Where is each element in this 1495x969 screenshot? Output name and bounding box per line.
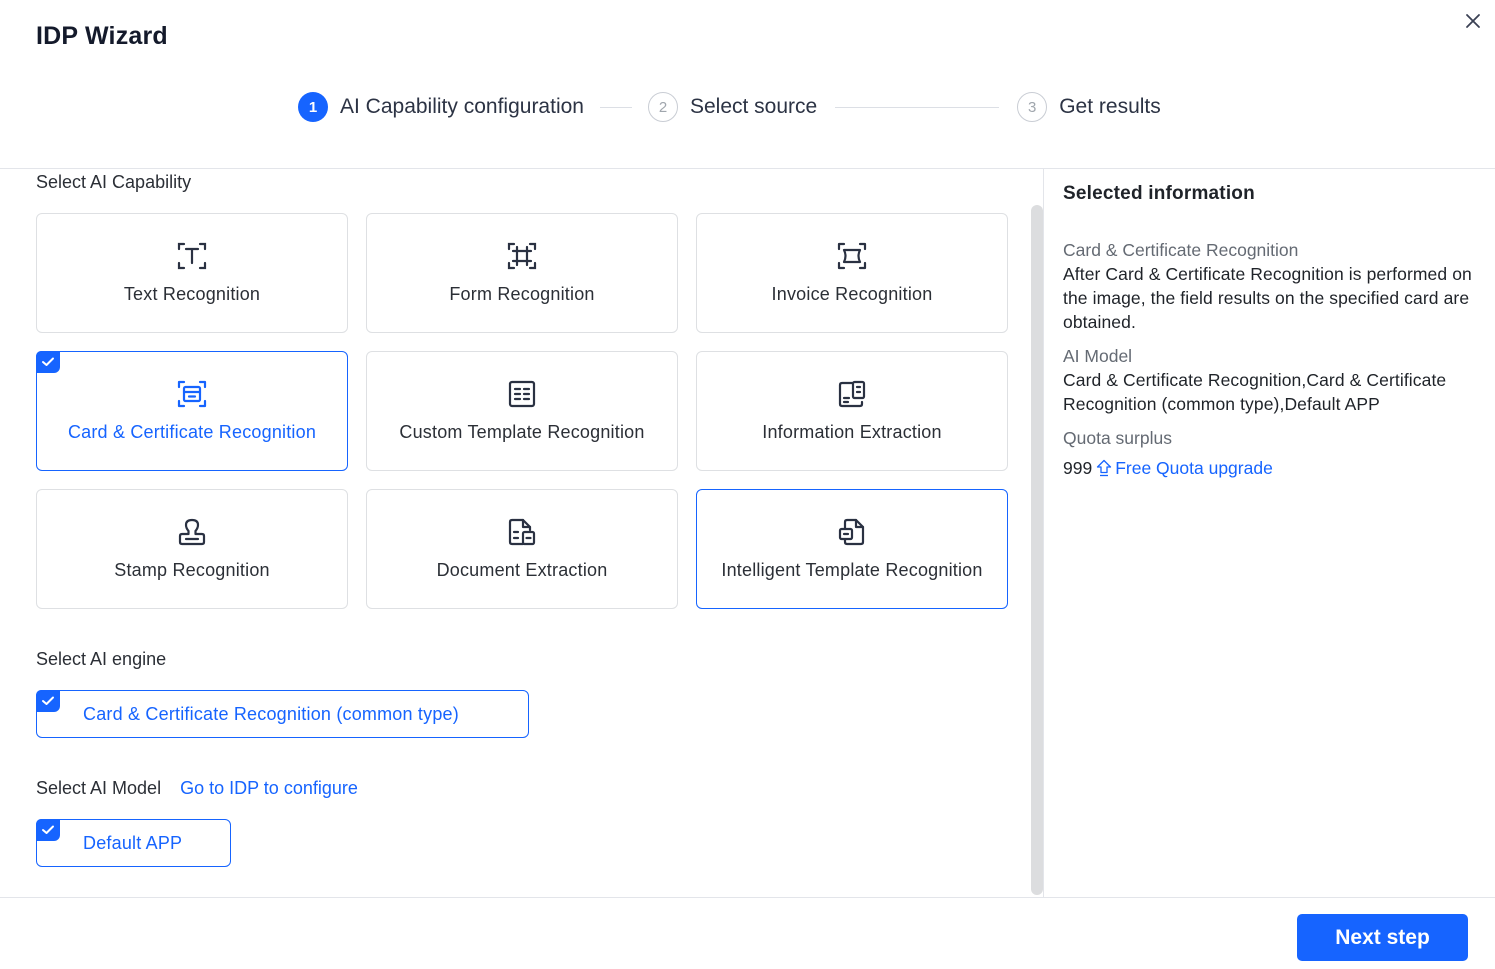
capability-label: Text Recognition [123,284,261,304]
step-connector [599,106,632,108]
step-select-source[interactable]: 2 Select source [647,92,818,122]
info-capability-key: Card & Certificate Recognition [1063,240,1299,260]
model-option-label: Default APP [83,832,183,853]
model-section-label: Select AI Model [36,778,162,798]
check-icon [42,357,54,366]
capability-label: Form Recognition [449,284,595,304]
form-scan-icon [506,240,538,272]
step-number: 2 [647,92,678,122]
info-model-key: AI Model [1063,346,1133,366]
information-extraction-icon [836,378,868,410]
panel-divider [1043,169,1044,897]
capability-card-stamp-recognition[interactable]: Stamp Recognition [36,489,348,609]
info-quota-key: Quota surplus [1063,428,1172,448]
document-extraction-icon [506,516,538,548]
dialog-title: IDP Wizard [36,22,168,50]
text-scan-icon [176,240,208,272]
capability-card-text-recognition[interactable]: Text Recognition [36,213,348,333]
capability-card-form-recognition[interactable]: Form Recognition [366,213,678,333]
step-label: Get results [1059,95,1161,118]
quota-row: 999 Free Quota upgrade [1063,456,1483,480]
footer-divider [0,897,1495,898]
capability-label: Document Extraction [436,560,608,580]
intelligent-template-icon [836,516,868,548]
capability-card-information-extraction[interactable]: Information Extraction [696,351,1008,471]
capability-label: Custom Template Recognition [399,422,645,442]
capability-label: Information Extraction [762,422,942,442]
engine-section-label: Select AI engine [36,649,167,669]
capability-label: Card & Certificate Recognition [67,422,317,442]
capability-card-invoice-recognition[interactable]: Invoice Recognition [696,213,1008,333]
upgrade-arrow-icon[interactable] [1096,459,1112,477]
selected-check-badge [36,690,60,712]
info-model-value: Card & Certificate Recognition,Card & Ce… [1063,370,1447,414]
engine-option-label: Card & Certificate Recognition (common t… [83,703,459,724]
check-icon [42,696,54,705]
capability-card-intelligent-template-recognition[interactable]: Intelligent Template Recognition [696,489,1008,609]
step-number: 1 [298,92,328,122]
capability-label: Invoice Recognition [771,284,933,304]
capability-card-custom-template-recognition[interactable]: Custom Template Recognition [366,351,678,471]
step-ai-capability[interactable]: 1 AI Capability configuration [298,92,584,122]
stamp-icon [176,516,208,548]
custom-template-icon [506,378,538,410]
invoice-scan-icon [836,240,868,272]
header-divider [0,168,1495,169]
info-title: Selected information [1063,183,1255,204]
close-icon [1466,14,1480,28]
configure-idp-link[interactable]: Go to IDP to configure [180,778,358,798]
card-scan-icon [176,378,208,410]
step-label: AI Capability configuration [340,95,584,118]
engine-option-common-type[interactable]: Card & Certificate Recognition (common t… [36,690,529,738]
selected-check-badge [36,351,60,373]
check-icon [42,825,54,834]
info-capability-desc: After Card & Certificate Recognition is … [1063,264,1472,332]
model-option-default-app[interactable]: Default APP [36,819,231,867]
left-panel-scrollbar[interactable] [1031,205,1043,895]
capability-card-document-extraction[interactable]: Document Extraction [366,489,678,609]
quota-value: 999 [1063,458,1093,478]
next-step-button[interactable]: Next step [1297,914,1468,961]
capability-label: Intelligent Template Recognition [721,560,983,580]
wizard-stepper: 1 AI Capability configuration 2 Select s… [298,91,1161,123]
step-get-results[interactable]: 3 Get results [1017,92,1161,122]
capability-label: Stamp Recognition [114,560,270,580]
step-number: 3 [1017,92,1048,122]
capability-card-card-certificate-recognition[interactable]: Card & Certificate Recognition [36,351,348,471]
free-quota-upgrade-link[interactable]: Free Quota upgrade [1115,456,1273,480]
selected-check-badge [36,819,60,841]
selected-info-panel: Selected information Card & Certificate … [1063,183,1483,480]
model-section: Select AI Model Go to IDP to configure [36,778,358,799]
step-label: Select source [689,95,818,118]
step-connector [835,106,1000,108]
capability-section-label: Select AI Capability [36,172,192,192]
close-button[interactable] [1462,10,1484,32]
